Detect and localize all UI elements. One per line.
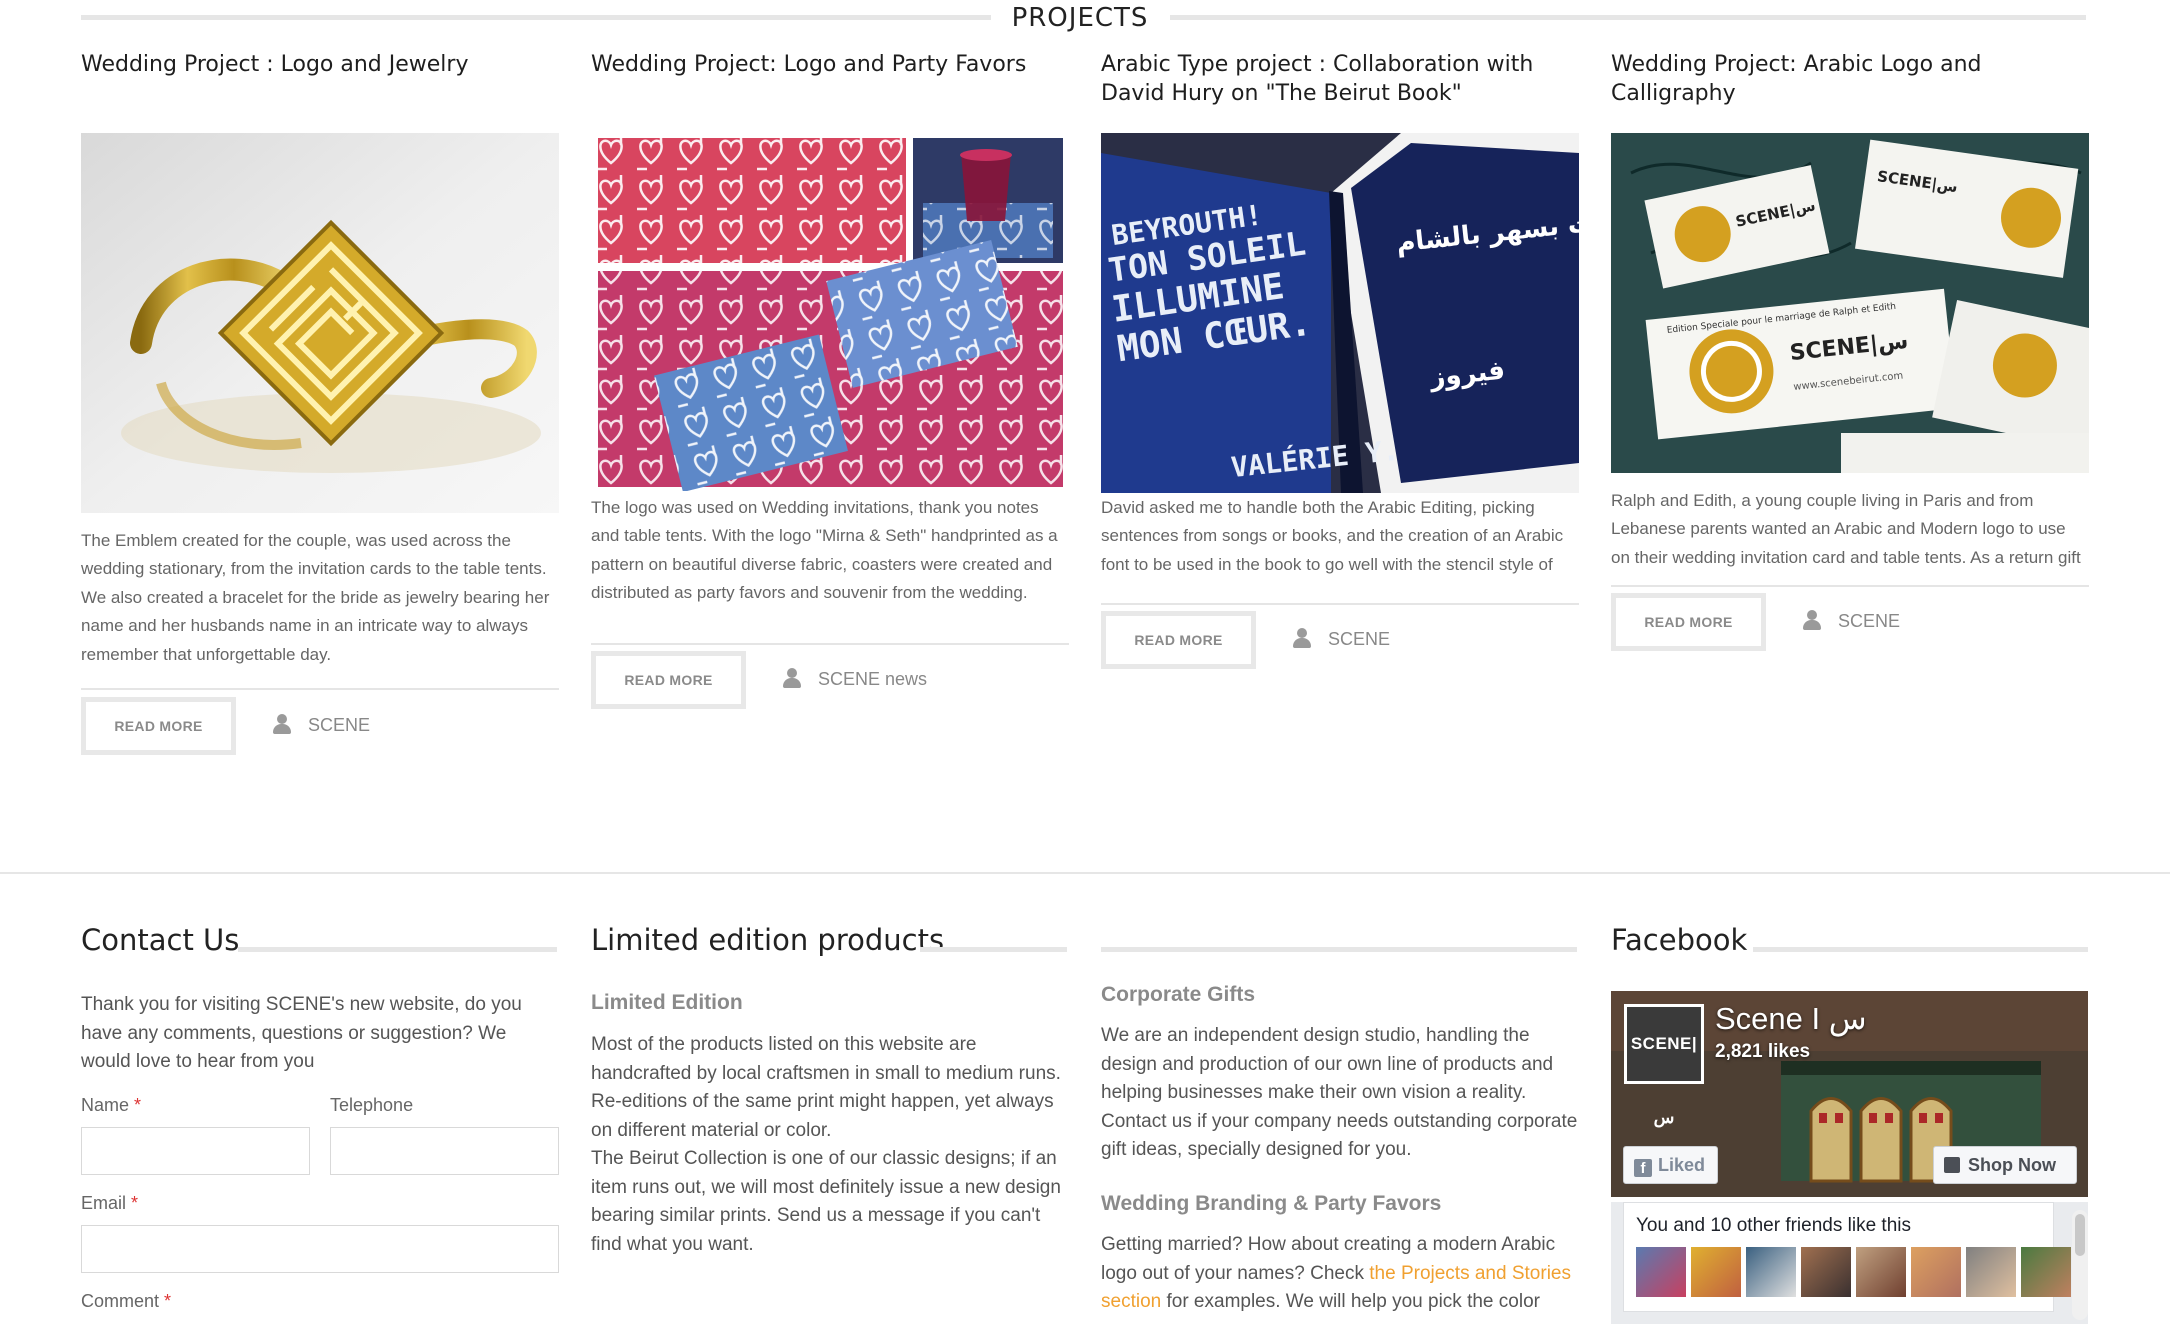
author-name: SCENE news xyxy=(818,669,928,689)
facebook-page-logo[interactable]: SCENE|س xyxy=(1624,1004,1704,1127)
limited-heading-rule xyxy=(920,947,1067,952)
project-card-4: Wedding Project: Arabic Logo and Calligr… xyxy=(1611,50,2089,108)
bracelet-photo xyxy=(81,133,559,513)
user-icon xyxy=(782,668,802,688)
friend-avatar[interactable] xyxy=(1636,1247,1686,1297)
card-separator xyxy=(81,688,559,690)
project-excerpt: The Emblem created for the couple, was u… xyxy=(81,531,550,664)
party-favors-image[interactable] xyxy=(591,133,1069,491)
facebook-friends-box: You and 10 other friends like this xyxy=(1623,1202,2071,1312)
corporate-heading-rule xyxy=(1101,947,1577,952)
card-separator xyxy=(591,643,1069,645)
fabric-photo xyxy=(598,138,1063,491)
user-icon xyxy=(1802,610,1822,630)
telephone-label: Telephone xyxy=(330,1095,414,1115)
friend-avatar[interactable] xyxy=(1801,1247,1851,1297)
projects-rule-right xyxy=(1170,15,2086,20)
facebook-shop-now-button[interactable]: Shop Now xyxy=(1933,1146,2077,1184)
contact-heading: Contact Us xyxy=(81,923,240,957)
wedding-sub-heading: Wedding Branding & Party Favors xyxy=(1101,1192,1442,1215)
read-more-button[interactable]: READ MORE xyxy=(1101,611,1256,669)
author-name: SCENE xyxy=(308,715,371,735)
page: PROJECTS Wedding Project : Logo and Jewe… xyxy=(0,0,2170,1324)
post-author[interactable]: SCENE news xyxy=(782,664,927,694)
friend-avatar[interactable] xyxy=(1691,1247,1741,1297)
facebook-friends-panel: You and 10 other friends like this xyxy=(1611,1202,2088,1324)
project-excerpt: David asked me to handle both the Arabic… xyxy=(1101,498,1564,574)
facebook-like-count: 2,821 likes xyxy=(1715,1041,1811,1062)
friend-avatar[interactable] xyxy=(1746,1247,1796,1297)
user-icon xyxy=(1292,628,1312,648)
facebook-heading-rule xyxy=(1753,947,2088,952)
facebook-page-name[interactable]: Scene I س xyxy=(1715,1001,1867,1037)
post-author[interactable]: SCENE xyxy=(272,710,370,740)
limited-sub-heading: Limited Edition xyxy=(591,991,743,1014)
facebook-column: Facebook xyxy=(1611,920,2089,960)
comment-label: Comment * xyxy=(81,1291,172,1311)
bracelet-image[interactable] xyxy=(81,133,559,513)
projects-rule-left xyxy=(81,15,991,20)
project-excerpt: The logo was used on Wedding invitations… xyxy=(591,498,1058,603)
post-author[interactable]: SCENE xyxy=(1802,606,1900,636)
card-separator xyxy=(1101,603,1579,605)
project-title[interactable]: Wedding Project: Logo and Party Favors xyxy=(591,50,1069,79)
author-name: SCENE xyxy=(1838,611,1901,631)
facebook-icon: f xyxy=(1634,1159,1652,1177)
footer-top-border xyxy=(0,872,2170,874)
project-title[interactable]: Wedding Project: Arabic Logo and Calligr… xyxy=(1611,50,2089,108)
project-card-1: Wedding Project : Logo and Jewelry xyxy=(81,50,559,79)
friend-avatar[interactable] xyxy=(2021,1247,2071,1297)
email-field[interactable] xyxy=(81,1225,559,1273)
limited-column: Limited edition products xyxy=(591,920,1069,960)
project-card-3: Arabic Type project : Collaboration with… xyxy=(1101,50,1579,108)
read-more-button[interactable]: READ MORE xyxy=(591,651,746,709)
friend-avatar[interactable] xyxy=(1911,1247,1961,1297)
read-more-button[interactable]: READ MORE xyxy=(81,697,236,755)
calligraphy-tags-image[interactable]: SCENE|س SCENE|س SCENE|س Edition Speciale… xyxy=(1611,133,2089,473)
project-title[interactable]: Wedding Project : Logo and Jewelry xyxy=(81,50,559,79)
project-excerpt: Ralph and Edith, a young couple living i… xyxy=(1611,491,2081,567)
shopping-bag-icon xyxy=(1944,1157,1960,1173)
corporate-text: We are an independent design studio, han… xyxy=(1101,1025,1578,1160)
user-icon xyxy=(272,714,292,734)
contact-column: Contact Us xyxy=(81,920,559,960)
telephone-field[interactable] xyxy=(330,1127,559,1175)
friend-avatar[interactable] xyxy=(1856,1247,1906,1297)
facebook-scrollbar[interactable] xyxy=(2072,1210,2088,1320)
friend-avatar[interactable] xyxy=(1966,1247,2016,1297)
card-separator xyxy=(1611,585,2089,587)
project-title[interactable]: Arabic Type project : Collaboration with… xyxy=(1101,50,1579,108)
facebook-friends-text: You and 10 other friends like this xyxy=(1636,1215,1911,1236)
wedding-text: Getting married? How about creating a mo… xyxy=(1101,1234,1571,1312)
book-photo: BEYROUTH! TON SOLEIL ILLUMINE MON CŒUR. … xyxy=(1101,133,1579,493)
projects-title: PROJECTS xyxy=(1011,3,1149,33)
corporate-sub-heading: Corporate Gifts xyxy=(1101,983,1256,1006)
facebook-heading: Facebook xyxy=(1611,923,1748,957)
email-label: Email * xyxy=(81,1193,139,1213)
read-more-button[interactable]: READ MORE xyxy=(1611,593,1766,651)
project-card-2: Wedding Project: Logo and Party Favors xyxy=(591,50,1069,79)
author-name: SCENE xyxy=(1328,629,1391,649)
tags-photo: SCENE|س SCENE|س SCENE|س Edition Speciale… xyxy=(1611,133,2089,473)
limited-text: Most of the products listed on this webs… xyxy=(591,1034,1061,1255)
name-label: Name * xyxy=(81,1095,142,1115)
facebook-cover[interactable]: SCENE|س Scene I س 2,821 likes f Liked Sho… xyxy=(1611,991,2088,1197)
beirut-book-image[interactable]: BEYROUTH! TON SOLEIL ILLUMINE MON CŒUR. … xyxy=(1101,133,1579,493)
contact-intro: Thank you for visiting SCENE's new websi… xyxy=(81,994,522,1072)
facebook-liked-button[interactable]: f Liked xyxy=(1623,1146,1719,1184)
limited-heading: Limited edition products xyxy=(591,923,945,957)
post-author[interactable]: SCENE xyxy=(1292,624,1390,654)
name-field[interactable] xyxy=(81,1127,310,1175)
contact-heading-rule xyxy=(238,947,557,952)
facebook-widget[interactable]: SCENE|س Scene I س 2,821 likes f Liked Sho… xyxy=(1611,991,2088,1324)
scrollbar-thumb[interactable] xyxy=(2075,1214,2085,1256)
